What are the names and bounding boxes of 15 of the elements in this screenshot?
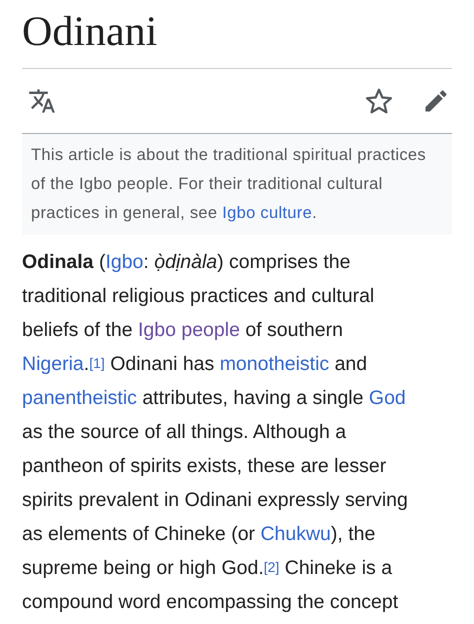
- article-link[interactable]: Nigeria: [22, 353, 84, 375]
- article-link[interactable]: Igbo: [105, 251, 144, 273]
- article-link[interactable]: Igbo culture: [222, 204, 312, 222]
- hatnote: This article is about the traditional spiritual practices of the Igbo people. For their traditional cultural practices in general, see Igbo culture.: [22, 134, 452, 235]
- article-link[interactable]: panentheistic: [22, 387, 137, 409]
- article-link[interactable]: Chukwu: [260, 523, 331, 545]
- article-link[interactable]: monotheistic: [220, 353, 330, 375]
- article-link[interactable]: God: [368, 387, 406, 409]
- reference-link[interactable]: [1]: [89, 355, 105, 371]
- reference-link[interactable]: [2]: [264, 559, 280, 575]
- article-link[interactable]: Igbo people: [138, 319, 240, 341]
- page-title: Odinani: [22, 8, 158, 57]
- translate-icon: [28, 87, 56, 115]
- article-paragraph: Odinala (Igbo: ọ̀dịnàla) comprises the traditional religious practices and cultural beliefs of the Igbo people of southern Nigeria.$^{[1]}$ Odinani has monotheistic and panentheistic attributes, having a single God as the source of all things. Although a pantheon of spirits exists, these are lesser spirits prevalent in Odinani expressly serving as elements of Chineke (or Chukwu), the supreme being or high God.$^{[2]}$ Chineke is a compound word encompassing the concept: [22, 250, 409, 615]
- star-icon: [364, 86, 394, 116]
